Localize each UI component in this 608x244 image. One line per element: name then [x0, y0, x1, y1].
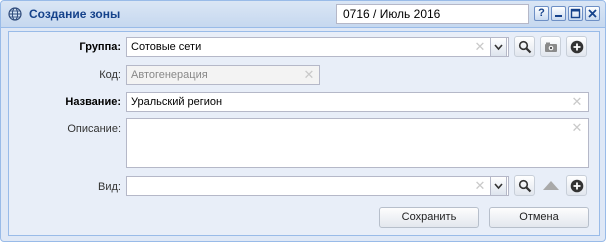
code-value: Автогенерация	[131, 69, 208, 81]
maximize-button[interactable]	[568, 6, 583, 21]
chevron-down-icon	[494, 44, 503, 51]
help-button[interactable]: ?	[534, 6, 549, 21]
name-clear-icon[interactable]: ✕	[571, 95, 583, 108]
group-search-button[interactable]	[514, 36, 535, 57]
kind-label: Вид:	[98, 181, 121, 193]
kind-clear-icon[interactable]: ✕	[474, 179, 486, 192]
triangle-up-icon	[543, 181, 559, 190]
code-label: Код:	[99, 69, 121, 81]
description-clear-icon[interactable]: ✕	[571, 121, 583, 134]
folder-camera-icon	[545, 42, 557, 52]
group-clear-icon[interactable]: ✕	[474, 40, 486, 53]
group-value: Сотовые сети	[131, 41, 202, 53]
close-icon	[588, 9, 597, 18]
chevron-down-icon	[494, 183, 503, 190]
zone-create-window: Создание зоны 0716 / Июль 2016 ? Группа:…	[0, 0, 606, 242]
group-label: Группа:	[79, 41, 121, 53]
kind-combobox[interactable]: ✕	[126, 176, 509, 196]
group-dropdown-button[interactable]	[490, 37, 507, 57]
name-value: Уральский регион	[131, 96, 223, 108]
kind-up-button[interactable]	[540, 175, 561, 196]
period-display: 0716 / Июль 2016	[336, 4, 529, 24]
help-icon: ?	[538, 7, 545, 19]
close-button[interactable]	[585, 6, 600, 21]
group-browse-button[interactable]	[540, 36, 561, 57]
search-icon	[518, 40, 532, 54]
form-panel: Группа: Сотовые сети ✕ Код: Автогенераци…	[8, 31, 600, 236]
minimize-icon	[555, 15, 562, 17]
save-button[interactable]: Сохранить	[379, 207, 479, 228]
cancel-button[interactable]: Отмена	[489, 207, 589, 228]
minimize-button[interactable]	[551, 6, 566, 21]
code-clear-icon: ✕	[303, 67, 315, 82]
description-textarea[interactable]: ✕	[126, 118, 589, 168]
window-title: Создание зоны	[29, 7, 121, 21]
globe-icon	[8, 7, 22, 21]
group-combobox[interactable]: Сотовые сети ✕	[126, 37, 509, 57]
window-titlebar[interactable]: Создание зоны 0716 / Июль 2016 ?	[1, 1, 605, 28]
group-add-button[interactable]	[566, 36, 587, 57]
kind-dropdown-button[interactable]	[490, 176, 507, 196]
search-icon	[518, 179, 532, 193]
kind-search-button[interactable]	[514, 175, 535, 196]
name-input[interactable]: Уральский регион ✕	[126, 92, 589, 112]
description-label: Описание:	[67, 123, 121, 135]
maximize-icon	[570, 8, 581, 19]
plus-circle-icon	[570, 179, 584, 193]
kind-add-button[interactable]	[566, 175, 587, 196]
plus-circle-icon	[570, 40, 584, 54]
code-field: Автогенерация ✕	[126, 65, 320, 85]
name-label: Название:	[65, 96, 121, 108]
